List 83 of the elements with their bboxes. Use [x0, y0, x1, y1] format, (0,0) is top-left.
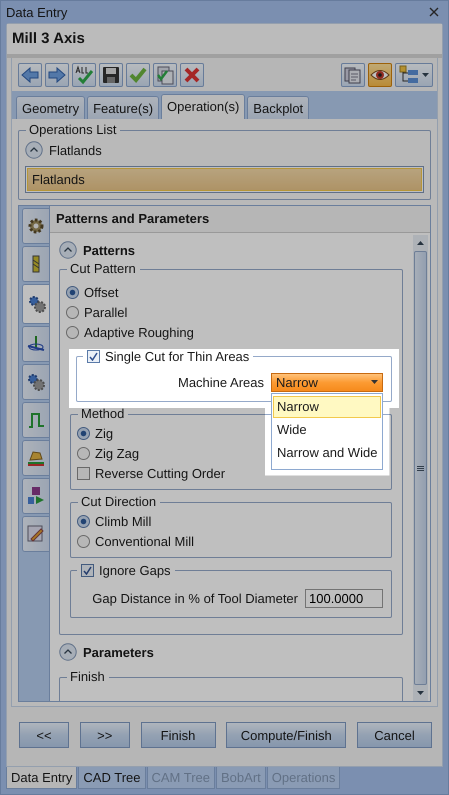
side-tab[interactable] — [22, 326, 49, 362]
side-tab[interactable] — [22, 402, 49, 438]
documents-icon — [343, 65, 363, 85]
button[interactable]: Cancel — [357, 722, 432, 748]
tab[interactable]: CAD Tree — [78, 767, 146, 789]
collapse-button-icon[interactable] — [59, 643, 77, 661]
dropdown-caret-icon — [371, 380, 378, 384]
input-field[interactable]: 100.0000 — [305, 588, 383, 608]
checkmark-icon — [128, 65, 148, 85]
field-label: Gap Distance in % of Tool Diameter — [92, 590, 298, 606]
dropdown-option[interactable]: Wide — [273, 418, 382, 440]
group-title: Cut Pattern — [67, 261, 140, 276]
step-path-icon — [26, 410, 46, 430]
mill-cutter-icon — [26, 486, 46, 506]
check-all-icon — [74, 65, 94, 85]
side-tab[interactable] — [22, 208, 49, 244]
checkbox[interactable]: Reverse Cutting Order — [77, 463, 226, 483]
scroll-down-icon[interactable] — [417, 691, 424, 695]
side-tab[interactable] — [22, 516, 49, 552]
side-tab[interactable] — [22, 364, 49, 400]
tab[interactable]: Feature(s) — [87, 96, 160, 119]
side-tab[interactable] — [22, 440, 49, 476]
scrollbar[interactable] — [413, 235, 428, 701]
scroll-up-icon[interactable] — [417, 241, 424, 245]
toolbar-button[interactable] — [368, 63, 392, 87]
toolbar-button[interactable] — [153, 63, 177, 87]
radio-button[interactable]: Adaptive Roughing — [66, 322, 194, 342]
forward-arrow-icon — [47, 65, 67, 85]
list-item[interactable]: Flatlands — [27, 168, 422, 191]
dropdown-option[interactable]: Narrow and Wide — [273, 442, 382, 464]
toolbar-button[interactable] — [341, 63, 365, 87]
side-tab[interactable] — [22, 246, 49, 282]
radio-button[interactable]: Zig — [77, 423, 114, 443]
grip-icon — [417, 466, 424, 470]
dropdown-caret-icon — [422, 73, 429, 77]
field-label: Machine Areas — [178, 374, 264, 390]
checkmark-icon — [83, 566, 92, 574]
gears-icon — [26, 294, 46, 314]
gears-icon — [26, 372, 46, 392]
pencil-sheet-icon — [26, 524, 46, 544]
group-title: Method — [78, 406, 128, 421]
radio-button[interactable]: Offset — [66, 282, 118, 302]
collapse-button-icon[interactable] — [25, 141, 43, 159]
side-tab[interactable] — [22, 478, 49, 514]
checkmark-icon — [89, 352, 98, 360]
toolbar-button[interactable] — [18, 63, 42, 87]
tab[interactable]: Operation(s) — [161, 94, 246, 119]
toolbar-button[interactable] — [45, 63, 69, 87]
radio-button[interactable]: Conventional Mill — [77, 531, 194, 551]
group-title: Cut Direction — [78, 494, 160, 509]
group-title: Finish — [67, 669, 109, 684]
button[interactable]: >> — [80, 722, 130, 748]
tree-view-icon — [399, 65, 419, 85]
toolbar-button[interactable] — [395, 63, 433, 87]
toolbar-button[interactable] — [99, 63, 123, 87]
radio-button[interactable]: Zig Zag — [77, 443, 140, 463]
collapse-button-icon[interactable] — [59, 241, 77, 259]
button[interactable]: Finish — [140, 722, 216, 748]
x-mark-icon — [182, 65, 202, 85]
panel-title: Patterns and Parameters — [50, 206, 430, 233]
tab[interactable]: Geometry — [16, 96, 86, 119]
tab[interactable]: Data Entry — [6, 767, 78, 789]
button[interactable]: << — [19, 722, 69, 748]
tab[interactable]: Backplot — [247, 96, 310, 119]
dropdown-option[interactable]: Narrow — [273, 396, 382, 418]
back-arrow-icon — [20, 65, 40, 85]
expander-label: Flatlands — [49, 142, 102, 158]
side-tab[interactable] — [22, 284, 50, 324]
toolbar-button[interactable] — [72, 63, 96, 87]
close-icon[interactable] — [428, 6, 440, 18]
gear-icon — [26, 216, 46, 236]
toolbar-button[interactable] — [180, 63, 204, 87]
section-title: Patterns — [83, 242, 136, 258]
header-title: Mill 3 Axis — [7, 24, 442, 58]
radio-button[interactable]: Climb Mill — [77, 511, 152, 531]
section-title: Parameters — [83, 644, 154, 660]
window-title: Data Entry — [6, 4, 68, 20]
axis-icon — [26, 334, 46, 354]
button[interactable]: Compute/Finish — [226, 722, 346, 748]
group-title: Operations List — [26, 122, 120, 137]
scroll-thumb[interactable] — [414, 251, 427, 685]
radio-button[interactable]: Parallel — [66, 302, 128, 322]
document-check-icon — [155, 65, 175, 85]
